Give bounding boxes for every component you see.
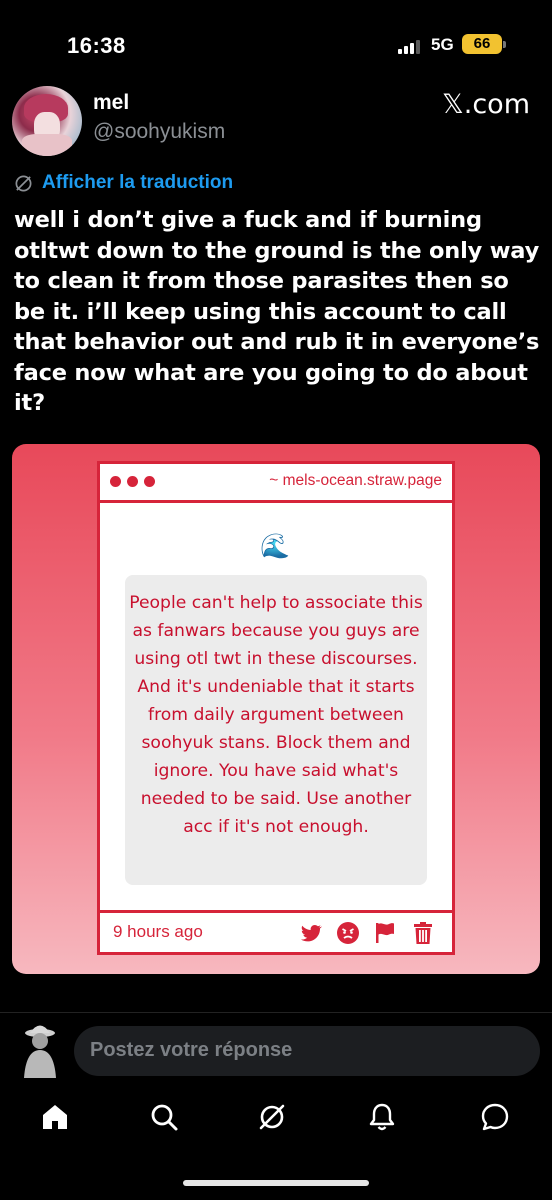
window-titlebar: ~ mels-ocean.straw.page	[100, 464, 452, 503]
author-name[interactable]: mel	[93, 91, 129, 115]
translate-link[interactable]: Afficher la traduction	[14, 171, 233, 195]
angry-face-icon	[337, 922, 359, 944]
search-icon[interactable]	[149, 1102, 179, 1132]
author-handle[interactable]: @soohyukism	[93, 120, 225, 144]
status-bar: 16:38 5G 66	[0, 0, 552, 90]
reply-input[interactable]: Postez votre réponse	[74, 1026, 540, 1076]
notifications-icon[interactable]	[367, 1102, 397, 1132]
window-url: ~ mels-ocean.straw.page	[269, 472, 442, 489]
reply-placeholder: Postez votre réponse	[90, 1039, 293, 1061]
window-dot	[144, 476, 155, 487]
network-label: 5G	[431, 35, 454, 54]
trash-icon	[414, 922, 432, 944]
home-indicator	[183, 1180, 369, 1186]
tweet-image[interactable]: ~ mels-ocean.straw.page 🌊 People can't h…	[12, 444, 540, 974]
messages-icon[interactable]	[480, 1102, 510, 1132]
x-logo: 𝕏.com	[442, 89, 531, 120]
wave-emoji: 🌊	[260, 532, 290, 560]
translate-icon	[15, 175, 32, 191]
signal-icon	[398, 38, 424, 54]
question-text: People can't help to associate this as f…	[129, 593, 423, 837]
home-icon[interactable]	[40, 1102, 70, 1132]
flag-icon	[376, 923, 394, 943]
author-avatar[interactable]	[12, 86, 82, 156]
status-time: 16:38	[67, 33, 126, 58]
grok-icon[interactable]	[257, 1102, 287, 1132]
question-timestamp: 9 hours ago	[113, 922, 203, 941]
question-window: ~ mels-ocean.straw.page 🌊 People can't h…	[97, 461, 455, 955]
tweet-text: well i don’t give a fuck and if burning …	[14, 207, 540, 416]
window-dot	[127, 476, 138, 487]
window-dot	[110, 476, 121, 487]
window-footer: 9 hours ago	[100, 910, 452, 952]
translate-label: Afficher la traduction	[42, 172, 234, 193]
twitter-bird-icon	[301, 924, 322, 942]
question-box: People can't help to associate this as f…	[125, 575, 427, 885]
battery-icon: 66	[462, 34, 506, 54]
battery-level: 66	[473, 35, 491, 52]
user-avatar[interactable]	[18, 1024, 62, 1078]
